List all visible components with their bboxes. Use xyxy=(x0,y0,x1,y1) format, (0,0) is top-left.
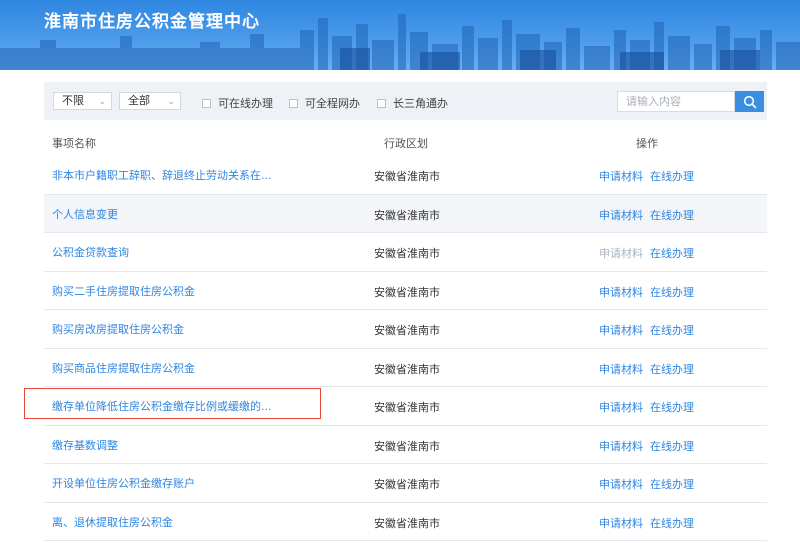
full-online-checkbox[interactable]: 可全程网办 xyxy=(289,95,360,111)
header-banner: 淮南市住房公积金管理中心 xyxy=(0,0,800,70)
checkbox-label: 长三角通办 xyxy=(393,97,448,110)
checkbox-label: 可全程网办 xyxy=(305,97,360,110)
materials-link[interactable]: 申请材料 xyxy=(599,284,643,300)
service-name-link[interactable]: 非本市户籍职工辞职、辞退终止劳动关系在... xyxy=(52,167,272,183)
materials-link[interactable]: 申请材料 xyxy=(599,322,643,338)
site-title: 淮南市住房公积金管理中心 xyxy=(44,12,260,32)
search-input[interactable] xyxy=(617,91,735,112)
table-row: 个人信息变更 安徽省淮南市 申请材料 在线办理 xyxy=(44,194,767,233)
header-item-name: 事项名称 xyxy=(52,137,96,150)
service-table: 非本市户籍职工辞职、辞退终止劳动关系在... 安徽省淮南市 申请材料 在线办理 … xyxy=(44,156,767,541)
table-row: 非本市户籍职工辞职、辞退终止劳动关系在... 安徽省淮南市 申请材料 在线办理 xyxy=(44,156,767,195)
table-row: 离、退休提取住房公积金 安徽省淮南市 申请材料 在线办理 xyxy=(44,503,767,541)
region-cell: 安徽省淮南市 xyxy=(374,285,440,299)
header-region: 行政区划 xyxy=(384,137,428,150)
online-handle-link[interactable]: 在线办理 xyxy=(650,515,694,531)
table-row: 购买房改房提取住房公积金 安徽省淮南市 申请材料 在线办理 xyxy=(44,310,767,349)
table-row: 开设单位住房公积金缴存账户 安徽省淮南市 申请材料 在线办理 xyxy=(44,464,767,503)
table-row: 缴存基数调整 安徽省淮南市 申请材料 在线办理 xyxy=(44,426,767,464)
online-handle-link[interactable]: 在线办理 xyxy=(650,399,694,415)
category-select-value: 全部 xyxy=(128,94,150,107)
online-handle-link[interactable]: 在线办理 xyxy=(650,207,694,223)
service-name-link[interactable]: 购买二手住房提取住房公积金 xyxy=(52,283,195,299)
region-cell: 安徽省淮南市 xyxy=(374,324,440,337)
range-select[interactable]: 不限 ⌄ xyxy=(53,92,112,110)
materials-link[interactable]: 申请材料 xyxy=(599,399,643,415)
service-name-link[interactable]: 个人信息变更 xyxy=(52,206,118,222)
service-name-link[interactable]: 开设单位住房公积金缴存账户 xyxy=(52,475,195,491)
materials-link[interactable]: 申请材料 xyxy=(599,207,643,223)
search-box xyxy=(617,91,764,112)
materials-link[interactable]: 申请材料 xyxy=(599,438,643,454)
service-name-link[interactable]: 购买商品住房提取住房公积金 xyxy=(52,360,195,376)
region-cell: 安徽省淮南市 xyxy=(374,439,440,453)
materials-link[interactable]: 申请材料 xyxy=(599,515,643,531)
online-handle-link[interactable]: 在线办理 xyxy=(650,245,694,261)
table-row: 公积金贷款查询 安徽省淮南市 申请材料 在线办理 xyxy=(44,233,767,272)
service-name-link[interactable]: 购买房改房提取住房公积金 xyxy=(52,321,184,337)
chevron-down-icon: ⌄ xyxy=(167,97,175,107)
checkbox-box[interactable] xyxy=(289,98,298,108)
online-checkbox[interactable]: 可在线办理 xyxy=(202,95,273,111)
yangtze-delta-checkbox[interactable]: 长三角通办 xyxy=(377,95,448,111)
highlight-box xyxy=(24,388,321,419)
region-cell: 安徽省淮南市 xyxy=(374,401,440,414)
online-handle-link[interactable]: 在线办理 xyxy=(650,322,694,338)
checkbox-label: 可在线办理 xyxy=(218,97,273,110)
region-cell: 安徽省淮南市 xyxy=(374,362,440,376)
region-cell: 安徽省淮南市 xyxy=(374,478,440,491)
service-name-link[interactable]: 离、退休提取住房公积金 xyxy=(52,514,173,530)
materials-link[interactable]: 申请材料 xyxy=(599,361,643,377)
materials-link[interactable]: 申请材料 xyxy=(599,476,643,492)
region-cell: 安徽省淮南市 xyxy=(374,170,440,183)
service-name-link[interactable]: 公积金贷款查询 xyxy=(52,244,129,260)
service-name-link[interactable]: 缴存基数调整 xyxy=(52,437,118,453)
table-row: 购买商品住房提取住房公积金 安徽省淮南市 申请材料 在线办理 xyxy=(44,349,767,387)
online-handle-link[interactable]: 在线办理 xyxy=(650,476,694,492)
online-handle-link[interactable]: 在线办理 xyxy=(650,438,694,454)
materials-link: 申请材料 xyxy=(599,247,643,260)
region-cell: 安徽省淮南市 xyxy=(374,247,440,260)
online-handle-link[interactable]: 在线办理 xyxy=(650,168,694,184)
checkbox-box[interactable] xyxy=(377,98,386,108)
range-select-value: 不限 xyxy=(62,94,84,107)
category-select[interactable]: 全部 ⌄ xyxy=(119,92,181,110)
region-cell: 安徽省淮南市 xyxy=(374,516,440,530)
checkbox-box[interactable] xyxy=(202,98,211,108)
search-icon xyxy=(743,95,756,108)
search-button[interactable] xyxy=(735,91,764,112)
filter-toolbar: 不限 ⌄ 全部 ⌄ 可在线办理 可全程网办 长三角通办 xyxy=(44,82,767,120)
table-header: 事项名称 行政区划 操作 xyxy=(44,131,767,153)
chevron-down-icon: ⌄ xyxy=(98,97,106,107)
materials-link[interactable]: 申请材料 xyxy=(599,168,643,184)
region-cell: 安徽省淮南市 xyxy=(374,208,440,222)
header-actions: 操作 xyxy=(636,137,658,150)
online-handle-link[interactable]: 在线办理 xyxy=(650,284,694,300)
online-handle-link[interactable]: 在线办理 xyxy=(650,361,694,377)
table-row: 购买二手住房提取住房公积金 安徽省淮南市 申请材料 在线办理 xyxy=(44,272,767,310)
